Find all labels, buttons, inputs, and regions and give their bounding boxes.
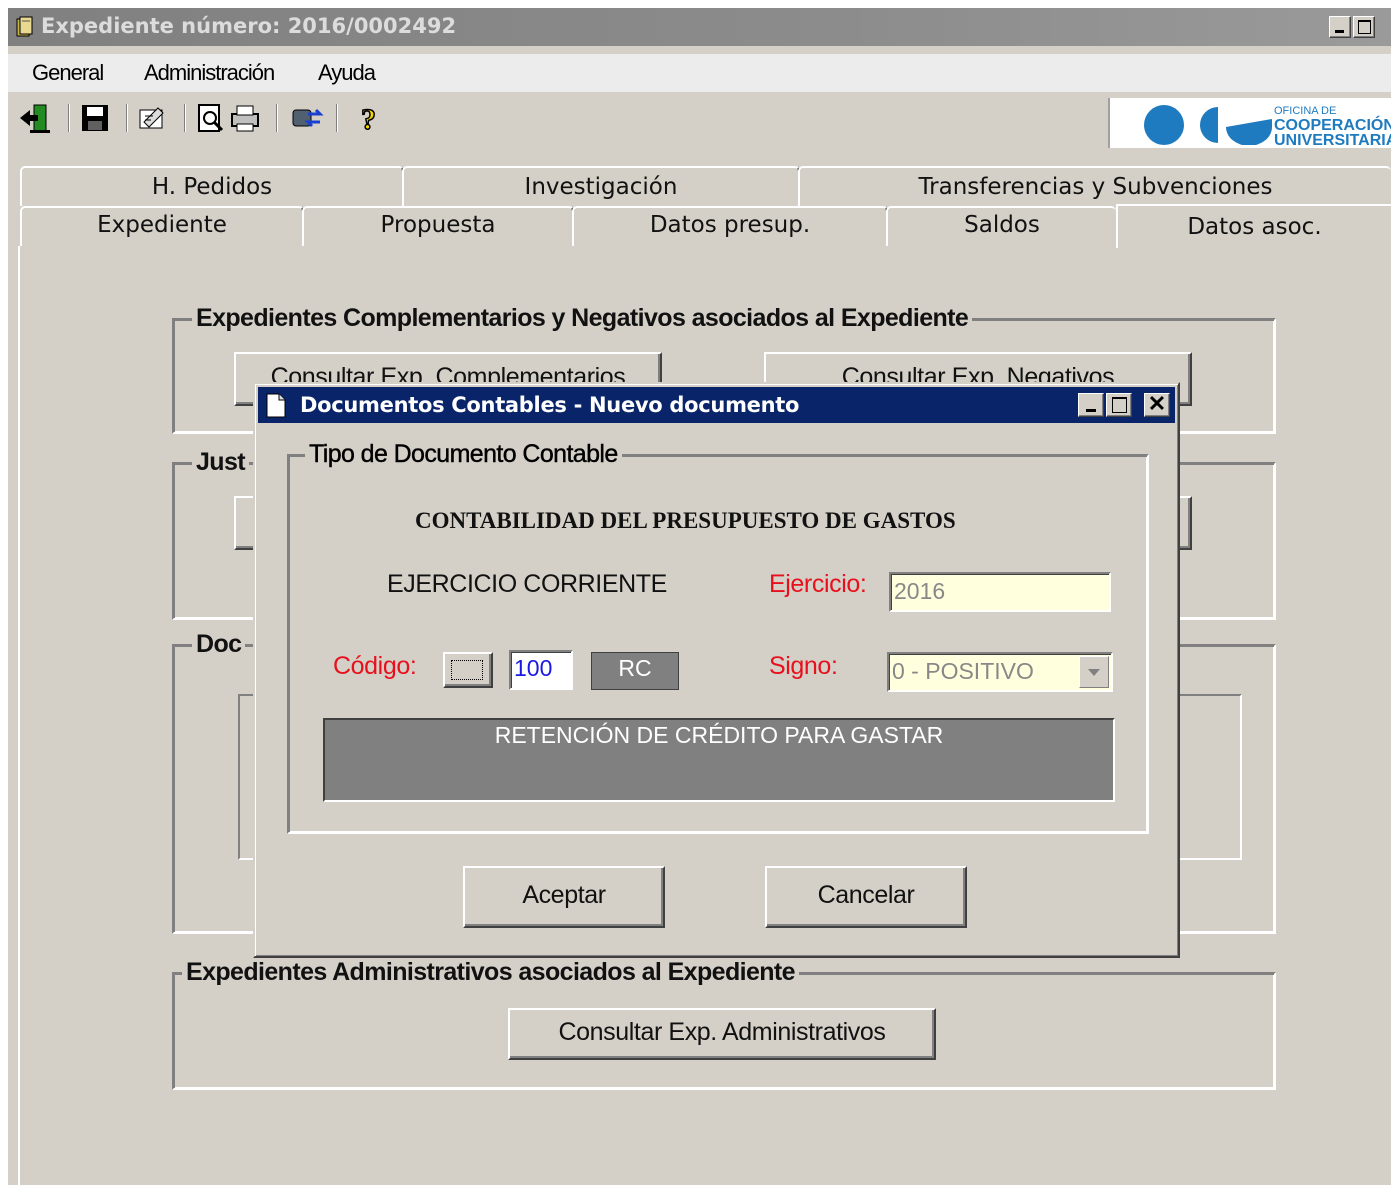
chevron-down-icon: [1088, 669, 1100, 676]
codigo-abbr-box: RC: [591, 652, 679, 690]
logo-mark-icon: [1144, 105, 1272, 145]
svg-text:?: ?: [361, 103, 376, 134]
ejercicio-label: Ejercicio:: [769, 570, 867, 598]
window-title: Expediente número: 2016/0002492: [41, 14, 457, 38]
lookup-icon: [451, 660, 483, 680]
tab-transferencias[interactable]: Transferencias y Subvenciones: [798, 166, 1391, 206]
aceptar-button[interactable]: Aceptar: [463, 866, 665, 928]
signo-label: Signo:: [769, 652, 838, 680]
tab-investigacion[interactable]: Investigación: [402, 166, 800, 206]
folder-icon: [16, 16, 33, 37]
tab-datos-presup[interactable]: Datos presup.: [572, 206, 888, 246]
preview-icon[interactable]: [194, 102, 228, 134]
toolbar-separator: [126, 104, 128, 132]
group-administrativos: Expedientes Administrativos asociados al…: [172, 958, 1276, 1090]
tab-saldos[interactable]: Saldos: [886, 206, 1116, 246]
dialog-close-button[interactable]: ✕: [1144, 393, 1170, 417]
toolbar-separator: [68, 104, 70, 132]
oficina-logo: OFICINA DE COOPERACIÓN UNIVERSITARIA: [1108, 98, 1391, 149]
ejercicio-tipo-label: EJERCICIO CORRIENTE: [387, 570, 667, 598]
signo-select-value: 0 - POSITIVO: [892, 658, 1034, 684]
menu-general[interactable]: General: [32, 60, 104, 86]
transfer-icon[interactable]: [290, 102, 324, 134]
codigo-label: Código:: [333, 652, 417, 680]
cancelar-button[interactable]: Cancelar: [765, 866, 967, 928]
save-icon[interactable]: [78, 102, 112, 134]
dialog-titlebar[interactable]: Documentos Contables - Nuevo documento ✕: [258, 387, 1175, 423]
help-icon[interactable]: ?: [354, 102, 388, 134]
edit-icon[interactable]: [136, 102, 170, 134]
group-complementarios-legend: Expedientes Complementarios y Negativos …: [192, 304, 973, 333]
dialog-title: Documentos Contables - Nuevo documento: [300, 393, 800, 417]
tab-expediente[interactable]: Expediente: [20, 206, 304, 246]
tab-datos-asoc[interactable]: Datos asoc.: [1116, 204, 1391, 248]
nuevo-documento-dialog: Documentos Contables - Nuevo documento ✕…: [253, 382, 1180, 958]
logo-line-3: UNIVERSITARIA: [1274, 132, 1391, 149]
tipo-documento-group: Tipo de Documento Contable CONTABILIDAD …: [287, 440, 1149, 834]
document-icon: [266, 393, 286, 418]
dialog-minimize-button[interactable]: [1078, 393, 1104, 417]
ejercicio-field[interactable]: 2016: [889, 572, 1111, 612]
maximize-button[interactable]: [1353, 16, 1375, 38]
exit-icon[interactable]: [18, 102, 52, 134]
codigo-lookup-button[interactable]: [443, 652, 493, 688]
group-justificacion-legend: Just: [192, 448, 250, 477]
group-administrativos-legend: Expedientes Administrativos asociados al…: [182, 958, 799, 987]
window-titlebar[interactable]: Expediente número: 2016/0002492: [8, 8, 1391, 46]
contabilidad-heading: CONTABILIDAD DEL PRESUPUESTO DE GASTOS: [415, 508, 956, 533]
tipo-documento-legend: Tipo de Documento Contable: [305, 440, 622, 469]
tab-h-pedidos[interactable]: H. Pedidos: [20, 166, 404, 206]
signo-select[interactable]: 0 - POSITIVO: [887, 652, 1113, 692]
menu-bar: General Administración Ayuda: [8, 54, 1391, 92]
toolbar-separator: [276, 104, 278, 132]
menu-ayuda[interactable]: Ayuda: [318, 60, 376, 86]
menu-administracion[interactable]: Administración: [144, 60, 275, 86]
signo-dropdown-button[interactable]: [1079, 656, 1109, 688]
logo-line-1: OFICINA DE: [1274, 105, 1337, 117]
toolbar-separator: [184, 104, 186, 132]
description-text: RETENCIÓN DE CRÉDITO PARA GASTAR: [494, 722, 944, 748]
description-box: RETENCIÓN DE CRÉDITO PARA GASTAR: [323, 718, 1115, 802]
group-documentos-legend: Doc: [192, 630, 246, 659]
codigo-field[interactable]: 100: [509, 650, 573, 690]
toolbar: ?: [8, 96, 1108, 140]
tab-propuesta[interactable]: Propuesta: [302, 206, 574, 246]
minimize-button[interactable]: [1329, 16, 1351, 38]
codigo-abbr: RC: [618, 655, 652, 681]
print-icon[interactable]: [228, 102, 262, 134]
dialog-maximize-button[interactable]: [1106, 393, 1132, 417]
consultar-administrativos-button[interactable]: Consultar Exp. Administrativos: [508, 1008, 936, 1060]
toolbar-separator: [336, 104, 338, 132]
